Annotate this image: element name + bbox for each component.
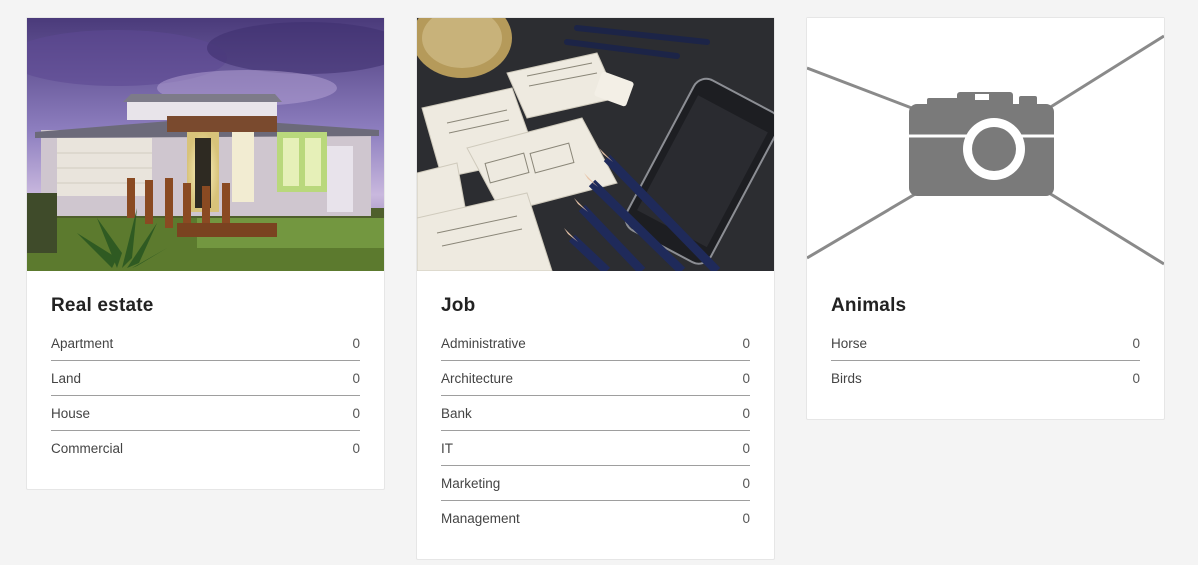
subcategory-row[interactable]: Land 0 bbox=[51, 361, 360, 396]
subcategory-count: 0 bbox=[1132, 335, 1140, 351]
subcategory-count: 0 bbox=[352, 335, 360, 351]
subcategory-count: 0 bbox=[742, 475, 750, 491]
subcategory-label: Bank bbox=[441, 405, 472, 421]
category-card-job: Job Administrative 0 Architecture 0 Bank… bbox=[416, 17, 775, 560]
subcategory-row[interactable]: Horse 0 bbox=[831, 326, 1140, 361]
subcategory-row[interactable]: Commercial 0 bbox=[51, 431, 360, 466]
camera-placeholder-icon bbox=[807, 18, 1164, 271]
subcategory-list: Apartment 0 Land 0 House 0 Commercial 0 bbox=[51, 326, 360, 466]
subcategory-label: Architecture bbox=[441, 370, 514, 386]
subcategory-count: 0 bbox=[742, 370, 750, 386]
subcategory-label: Horse bbox=[831, 335, 868, 351]
subcategory-count: 0 bbox=[742, 405, 750, 421]
subcategory-row[interactable]: IT 0 bbox=[441, 431, 750, 466]
subcategory-row[interactable]: Apartment 0 bbox=[51, 326, 360, 361]
subcategory-row[interactable]: Management 0 bbox=[441, 501, 750, 536]
subcategory-label: Administrative bbox=[441, 335, 526, 351]
subcategory-list: Horse 0 Birds 0 bbox=[831, 326, 1140, 396]
real-estate-image[interactable] bbox=[27, 18, 384, 271]
subcategory-count: 0 bbox=[352, 370, 360, 386]
subcategory-row[interactable]: Architecture 0 bbox=[441, 361, 750, 396]
subcategory-label: Land bbox=[51, 370, 82, 386]
subcategory-label: House bbox=[51, 405, 91, 421]
category-title[interactable]: Animals bbox=[831, 295, 1140, 317]
subcategory-label: Birds bbox=[831, 371, 862, 386]
subcategory-row[interactable]: Marketing 0 bbox=[441, 466, 750, 501]
subcategory-count: 0 bbox=[352, 405, 360, 421]
animals-image[interactable] bbox=[807, 18, 1164, 271]
subcategory-row[interactable]: Birds 0 bbox=[831, 361, 1140, 396]
subcategory-row[interactable]: House 0 bbox=[51, 396, 360, 431]
category-card-real-estate: Real estate Apartment 0 Land 0 House 0 C… bbox=[26, 17, 385, 490]
subcategory-list: Administrative 0 Architecture 0 Bank 0 I… bbox=[441, 326, 750, 536]
job-image[interactable] bbox=[417, 18, 774, 271]
subcategory-row[interactable]: Bank 0 bbox=[441, 396, 750, 431]
subcategory-count: 0 bbox=[742, 335, 750, 351]
subcategory-count: 0 bbox=[742, 511, 750, 526]
subcategory-count: 0 bbox=[352, 441, 360, 456]
subcategory-row[interactable]: Administrative 0 bbox=[441, 326, 750, 361]
subcategory-label: Commercial bbox=[51, 441, 124, 456]
subcategory-label: IT bbox=[441, 440, 453, 456]
category-card-animals: Animals Horse 0 Birds 0 bbox=[806, 17, 1165, 420]
desk-sketches-photo-icon bbox=[417, 18, 774, 271]
category-title[interactable]: Job bbox=[441, 295, 750, 317]
house-photo-icon bbox=[27, 18, 384, 271]
subcategory-count: 0 bbox=[1132, 371, 1140, 386]
subcategory-count: 0 bbox=[742, 440, 750, 456]
subcategory-label: Management bbox=[441, 511, 520, 526]
subcategory-label: Marketing bbox=[441, 475, 501, 491]
category-title[interactable]: Real estate bbox=[51, 295, 360, 317]
subcategory-label: Apartment bbox=[51, 335, 114, 351]
